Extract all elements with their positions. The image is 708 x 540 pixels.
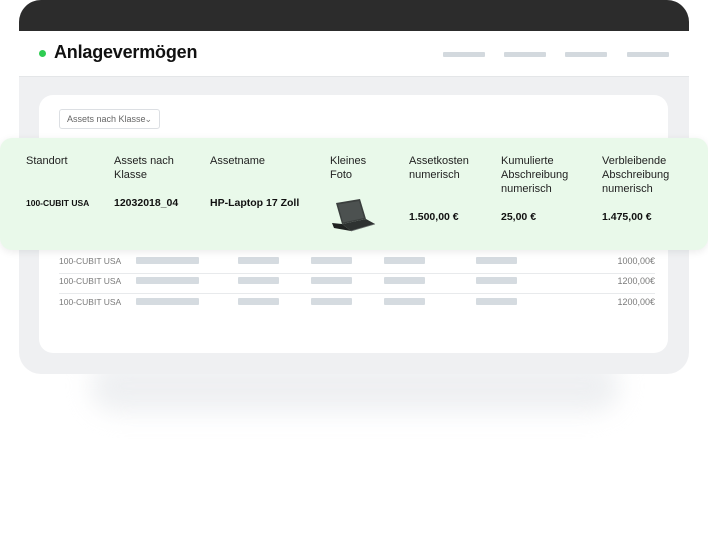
- cell-placeholder: [311, 298, 352, 305]
- cell-kosten: 1.500,00 €: [409, 211, 459, 223]
- column-header-kumuliert: Kumulierte Abschreibung numerisch: [501, 155, 569, 195]
- nav-item-placeholder[interactable]: [443, 52, 485, 57]
- column-header-standort: Standort: [26, 155, 68, 167]
- table-row[interactable]: 100-CUBIT USA 1000,00€: [59, 253, 655, 274]
- column-header-foto: Kleines Foto: [330, 155, 367, 181]
- table-row[interactable]: 100-CUBIT USA 1200,00€: [59, 273, 655, 294]
- column-header-verbleibend: Verbleibende Abschreibung numerisch: [602, 155, 670, 195]
- cell-placeholder: [311, 257, 352, 264]
- status-dot-icon: [39, 50, 46, 57]
- cell-assetname: HP-Laptop 17 Zoll: [210, 197, 300, 209]
- class-filter-label: Assets nach Klasse: [67, 114, 146, 124]
- column-header-kosten: Assetkosten numerisch: [409, 155, 469, 181]
- highlighted-asset-row[interactable]: Standort Assets nach Klasse Assetname Kle…: [0, 138, 708, 250]
- page-title: Anlagevermögen: [54, 42, 198, 62]
- cell-placeholder: [238, 257, 279, 264]
- laptop-icon: [332, 199, 376, 232]
- cell-standort: 100-CUBIT USA: [26, 198, 90, 208]
- cell-placeholder: [136, 298, 199, 305]
- table-row[interactable]: 100-CUBIT USA 1200,00€: [59, 294, 655, 314]
- column-header-klasse: Assets nach Klasse: [114, 155, 174, 181]
- title-bar: [19, 0, 689, 31]
- chevron-down-icon: ⌄: [144, 114, 152, 124]
- cell-placeholder: [476, 257, 517, 264]
- row-amount: 1000,00€: [617, 256, 655, 266]
- nav-item-placeholder[interactable]: [504, 52, 546, 57]
- cell-kumuliert: 25,00 €: [501, 211, 537, 223]
- cell-placeholder: [476, 298, 517, 305]
- row-location: 100-CUBIT USA: [59, 276, 122, 286]
- nav-item-placeholder[interactable]: [627, 52, 669, 57]
- cell-verbleibend: 1.475,00 €: [602, 211, 652, 223]
- cell-placeholder: [384, 257, 425, 264]
- row-amount: 1200,00€: [617, 297, 655, 307]
- cell-placeholder: [476, 277, 517, 284]
- cell-placeholder: [136, 257, 199, 264]
- cell-placeholder: [311, 277, 352, 284]
- row-amount: 1200,00€: [617, 276, 655, 286]
- cell-placeholder: [384, 277, 425, 284]
- column-header-assetname: Assetname: [210, 155, 266, 167]
- row-location: 100-CUBIT USA: [59, 297, 122, 307]
- cell-klasse: 12032018_04: [114, 197, 179, 209]
- nav-item-placeholder[interactable]: [565, 52, 607, 57]
- class-filter-select[interactable]: Assets nach Klasse ⌄: [59, 109, 160, 129]
- cell-placeholder: [136, 277, 199, 284]
- cell-placeholder: [384, 298, 425, 305]
- cell-placeholder: [238, 277, 279, 284]
- top-navigation: Anlagevermögen: [19, 31, 689, 77]
- row-location: 100-CUBIT USA: [59, 256, 122, 266]
- cell-placeholder: [238, 298, 279, 305]
